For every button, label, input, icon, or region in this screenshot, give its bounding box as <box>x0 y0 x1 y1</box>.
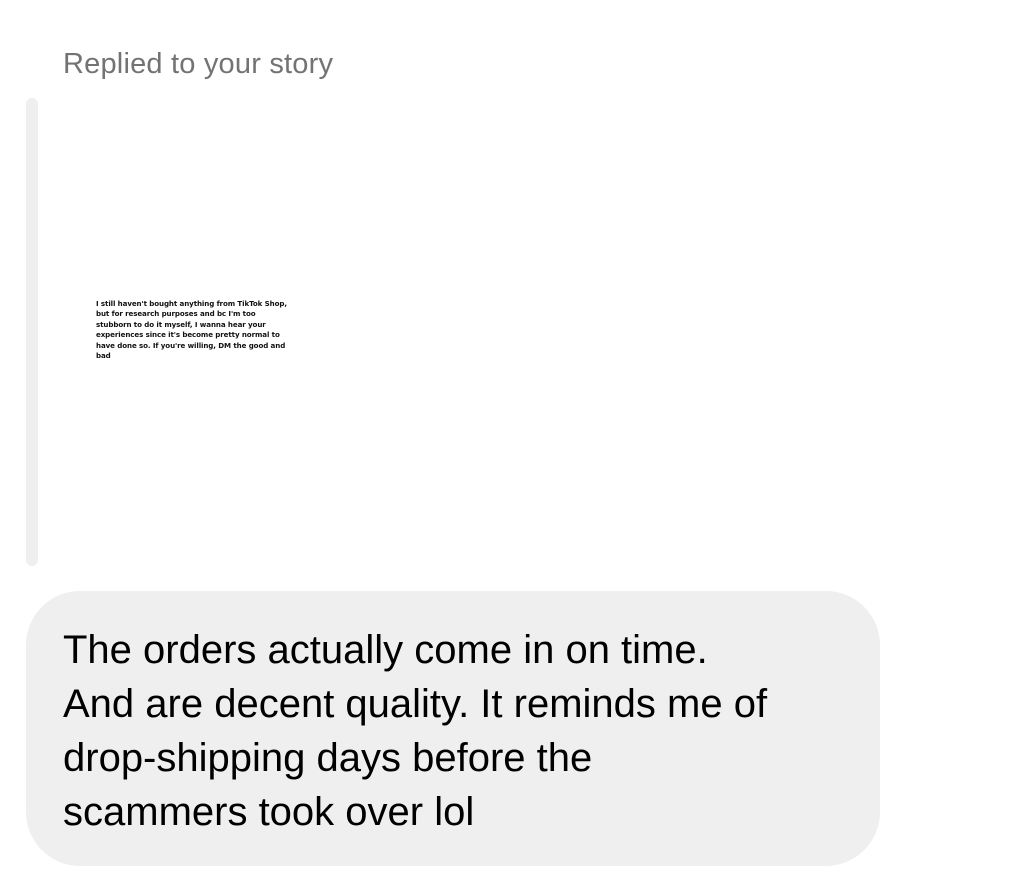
story-text: I still haven't bought anything from Tik… <box>96 299 287 361</box>
chat-thread: Replied to your story I still haven't bo… <box>0 0 1028 894</box>
story-preview-thumbnail[interactable]: I still haven't bought anything from Tik… <box>60 98 440 566</box>
story-reply-indicator-bar <box>26 98 38 566</box>
message-bubble[interactable]: The orders actually come in on time. And… <box>26 591 880 866</box>
replied-to-story-label: Replied to your story <box>63 48 334 80</box>
message-text: The orders actually come in on time. And… <box>63 628 768 834</box>
